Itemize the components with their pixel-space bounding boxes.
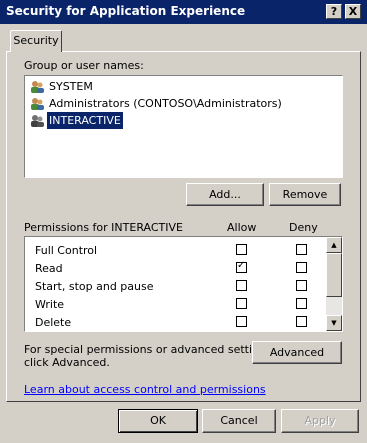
- allow-checkbox[interactable]: [236, 260, 247, 273]
- scroll-down-icon[interactable]: ▼: [326, 315, 342, 331]
- permission-row: Delete: [25, 313, 325, 331]
- users-icon: [29, 97, 45, 111]
- vertical-scrollbar[interactable]: ▲ ▼: [326, 237, 342, 331]
- window-title: Security for Application Experience: [6, 4, 246, 18]
- permission-row: Read: [25, 259, 325, 277]
- permission-name: Start, stop and pause: [35, 280, 154, 293]
- allow-checkbox[interactable]: [236, 244, 247, 255]
- deny-column-header: Deny: [289, 221, 318, 234]
- permission-name: Full Control: [35, 244, 98, 257]
- permissions-list[interactable]: Full Control Read Start, stop and pause …: [24, 236, 343, 332]
- apply-button[interactable]: Apply: [281, 409, 359, 433]
- tab-security[interactable]: Security: [10, 30, 62, 52]
- advanced-button[interactable]: Advanced: [252, 341, 342, 364]
- permission-name: Delete: [35, 316, 72, 329]
- permission-name: Write: [35, 298, 65, 311]
- allow-checkbox[interactable]: [236, 298, 247, 309]
- title-bar[interactable]: Security for Application Experience ? X: [0, 0, 367, 24]
- permission-name: Read: [35, 262, 63, 275]
- allow-checkbox[interactable]: [236, 280, 247, 291]
- deny-checkbox[interactable]: [296, 316, 307, 327]
- list-item-label: INTERACTIVE: [46, 111, 124, 130]
- help-button[interactable]: ?: [326, 4, 342, 19]
- users-icon: [29, 80, 45, 94]
- help-link[interactable]: Learn about access control and permissio…: [24, 383, 266, 396]
- group-list[interactable]: SYSTEM Administrators (CONTOSO\Administr…: [24, 75, 343, 178]
- deny-checkbox[interactable]: [296, 298, 307, 309]
- permission-row: Full Control: [25, 241, 325, 259]
- advanced-hint-line2: click Advanced.: [24, 356, 110, 369]
- deny-checkbox[interactable]: [296, 280, 307, 291]
- list-item-label: Administrators (CONTOSO\Administrators): [49, 97, 282, 110]
- close-button[interactable]: X: [345, 4, 361, 19]
- list-item-interactive[interactable]: INTERACTIVE: [29, 111, 124, 130]
- advanced-hint-line1: For special permissions or advanced sett…: [24, 343, 276, 356]
- list-item-system[interactable]: SYSTEM: [29, 78, 95, 95]
- add-button[interactable]: Add...: [186, 183, 264, 206]
- allow-column-header: Allow: [227, 221, 257, 234]
- users-icon: [29, 114, 45, 128]
- scroll-up-icon[interactable]: ▲: [326, 237, 342, 253]
- list-item-administrators[interactable]: Administrators (CONTOSO\Administrators): [29, 95, 284, 112]
- list-item-label: SYSTEM: [49, 80, 93, 93]
- allow-checkbox[interactable]: [236, 316, 247, 327]
- remove-button[interactable]: Remove: [269, 183, 341, 206]
- deny-checkbox[interactable]: [296, 244, 307, 255]
- cancel-button[interactable]: Cancel: [202, 409, 276, 433]
- deny-checkbox[interactable]: [296, 262, 307, 273]
- permissions-label: Permissions for INTERACTIVE: [24, 221, 183, 234]
- scroll-thumb[interactable]: [326, 253, 342, 297]
- permission-row: Start, stop and pause: [25, 277, 325, 295]
- permission-row: Write: [25, 295, 325, 313]
- group-names-label: Group or user names:: [24, 59, 144, 72]
- ok-button[interactable]: OK: [118, 409, 198, 433]
